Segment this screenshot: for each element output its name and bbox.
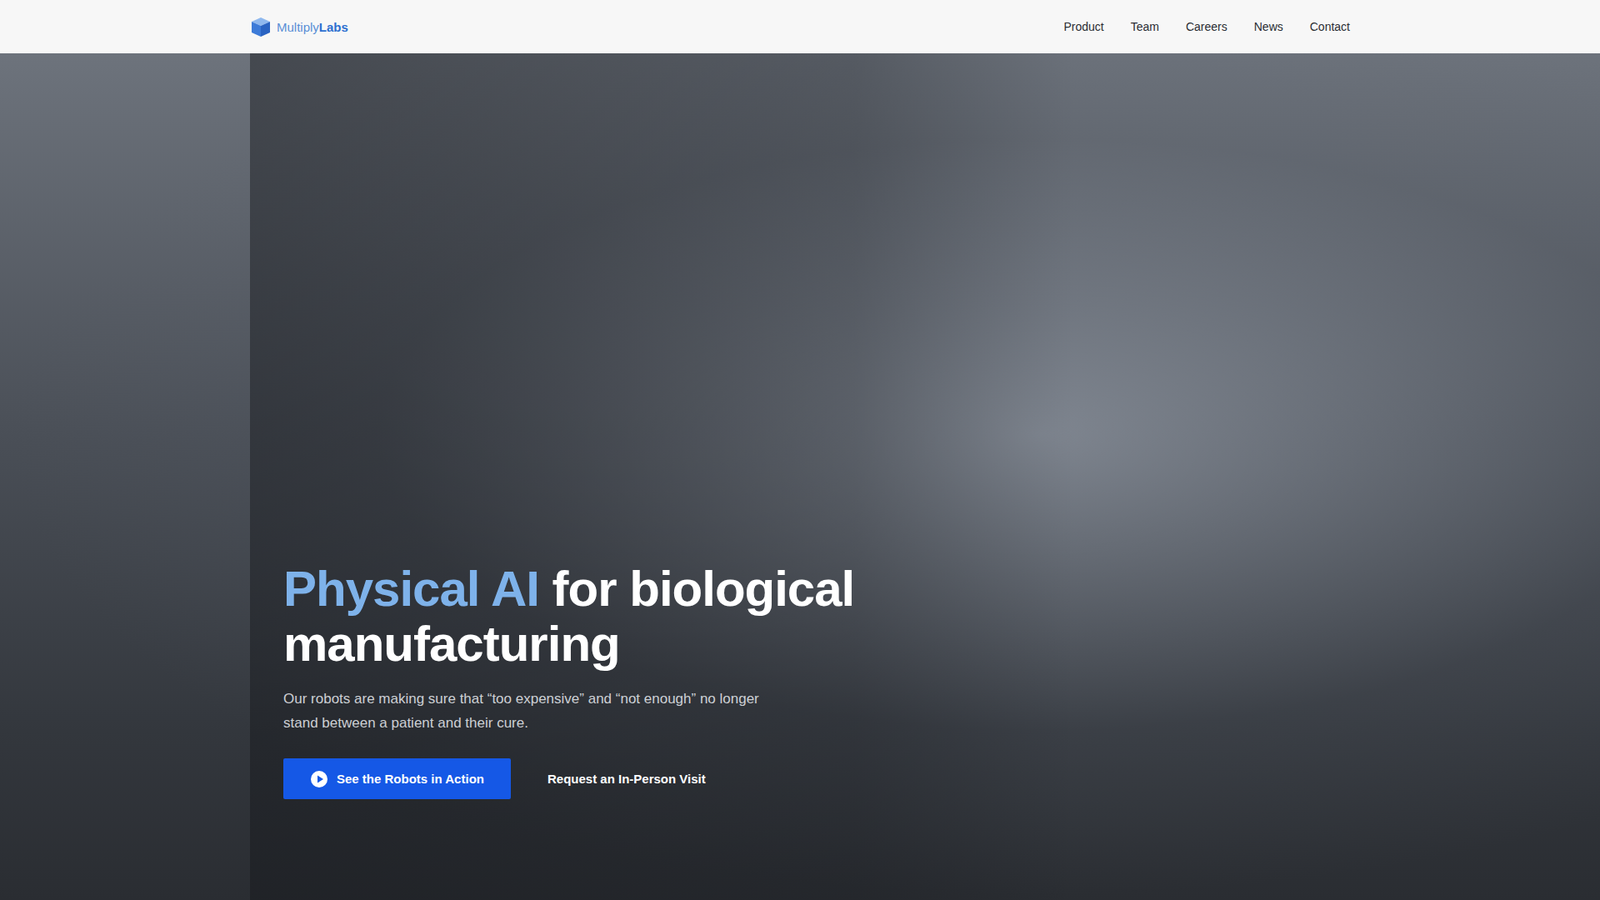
- page: MultiplyLabs Product Team Careers News Contac…: [0, 0, 1600, 900]
- hero-subtitle: Our robots are making sure that “too exp…: [283, 686, 767, 735]
- logo[interactable]: MultiplyLabs: [250, 15, 349, 38]
- visit-link[interactable]: Request an In-Person Visit: [540, 758, 713, 800]
- header: MultiplyLabs Product Team Careers News Contac…: [0, 0, 1600, 54]
- title-highlight: Physical AI: [283, 560, 540, 617]
- nav-link[interactable]: News: [1254, 20, 1284, 34]
- nav: Product Team Careers News Contact: [1063, 20, 1350, 34]
- logo-first: Multiply: [276, 20, 320, 35]
- hero-content: Physical AI for biological manufacturing…: [250, 53, 1350, 900]
- header-inner: MultiplyLabs Product Team Careers News Contac…: [250, 0, 1350, 54]
- logo-cube-icon: [250, 15, 272, 38]
- nav-link[interactable]: Careers: [1185, 20, 1228, 34]
- hero-photo: Physical AI for biological manufacturing…: [0, 53, 1600, 900]
- hero-buttons: See the Robots in Action Request an In-Pe…: [283, 758, 1350, 800]
- hero-title: Physical AI for biological manufacturing: [283, 561, 1034, 672]
- nav-link[interactable]: Team: [1130, 20, 1160, 34]
- play-icon: [310, 770, 329, 789]
- nav-link[interactable]: Contact: [1310, 20, 1350, 34]
- primary-button[interactable]: See the Robots in Action: [283, 758, 511, 800]
- logo-text: MultiplyLabs: [276, 20, 349, 35]
- logo-second: Labs: [319, 20, 349, 35]
- nav-link[interactable]: Product: [1063, 20, 1104, 34]
